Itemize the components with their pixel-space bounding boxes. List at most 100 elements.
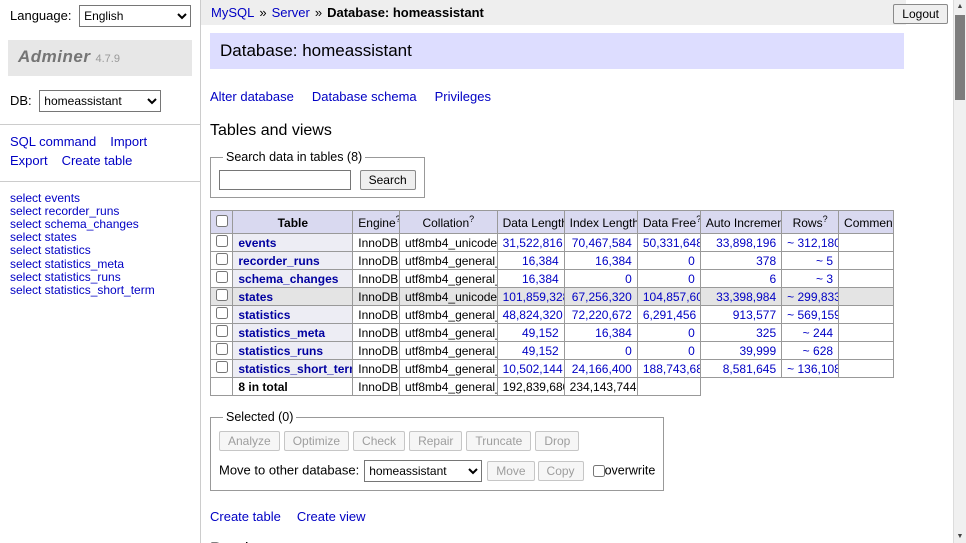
overwrite-label[interactable]: overwrite [605,463,656,477]
auto-increment-link[interactable]: 325 [756,326,776,340]
column-header[interactable]: Collation? [400,211,498,234]
row-checkbox[interactable] [216,361,228,373]
rows-link[interactable]: ~ 312,180 [787,236,838,250]
index-length-link[interactable]: 70,467,584 [572,236,632,250]
index-length-link[interactable]: 67,256,320 [572,290,632,304]
rows-link[interactable]: ~ 299,833 [787,290,838,304]
table-name-link[interactable]: states [238,290,273,304]
table-name-link[interactable]: statistics [238,308,290,322]
data-free-link[interactable]: 0 [688,344,695,358]
create-link[interactable]: Create table [210,509,281,524]
column-header[interactable]: Data Length? [497,211,564,234]
table-select-link[interactable]: select events [10,192,190,205]
data-length-link[interactable]: 49,152 [522,344,559,358]
bulk-action-button[interactable]: Analyze [219,431,280,451]
row-checkbox[interactable] [216,289,228,301]
auto-increment-link[interactable]: 378 [756,254,776,268]
table-name-link[interactable]: events [238,236,276,250]
search-input[interactable] [219,170,351,190]
auto-increment-link[interactable]: 39,999 [739,344,776,358]
data-length-link[interactable]: 16,384 [522,272,559,286]
data-free-link[interactable]: 0 [688,326,695,340]
column-header[interactable]: Auto Increment? [700,211,781,234]
row-checkbox[interactable] [216,325,228,337]
table-select-link[interactable]: select statistics [10,244,190,257]
table-name-link[interactable]: statistics_meta [238,326,325,340]
row-checkbox[interactable] [216,253,228,265]
action-link[interactable]: Database schema [312,89,417,104]
bulk-action-button[interactable]: Optimize [284,431,349,451]
breadcrumb-link-mysql[interactable]: MySQL [211,5,254,20]
index-length-link[interactable]: 16,384 [595,326,632,340]
action-link[interactable]: Alter database [210,89,294,104]
table-name-link[interactable]: statistics_short_term [238,362,352,376]
data-length-link[interactable]: 10,502,144 [503,362,563,376]
move-button[interactable]: Move [487,461,534,481]
index-length-link[interactable]: 24,166,400 [572,362,632,376]
auto-increment-link[interactable]: 33,898,196 [716,236,776,250]
command-link[interactable]: SQL command [10,134,96,149]
data-length-link[interactable]: 16,384 [522,254,559,268]
data-free-link[interactable]: 0 [688,254,695,268]
move-db-select[interactable]: homeassistant [364,460,482,482]
create-link[interactable]: Create view [297,509,366,524]
table-name-link[interactable]: statistics_runs [238,344,323,358]
data-length-link[interactable]: 48,824,320 [503,308,563,322]
rows-link[interactable]: ~ 628 [803,344,833,358]
row-checkbox[interactable] [216,271,228,283]
column-header[interactable]: Index Length? [564,211,637,234]
db-select[interactable]: homeassistant [39,90,161,112]
select-all-checkbox[interactable] [216,215,228,227]
table-name-link[interactable]: schema_changes [238,272,338,286]
rows-link[interactable]: ~ 569,159 [787,308,838,322]
data-length-link[interactable]: 49,152 [522,326,559,340]
logout-button[interactable]: Logout [893,4,948,24]
scroll-down-icon[interactable]: ▼ [954,530,966,543]
auto-increment-link[interactable]: 33,398,984 [716,290,776,304]
scrollbar[interactable]: ▲ ▼ [953,0,966,543]
rows-link[interactable]: ~ 244 [803,326,833,340]
auto-increment-link[interactable]: 8,581,645 [723,362,776,376]
column-header[interactable]: Engine? [353,211,400,234]
bulk-action-button[interactable]: Drop [535,431,579,451]
copy-button[interactable]: Copy [538,461,584,481]
overwrite-checkbox[interactable] [593,465,605,477]
search-button[interactable]: Search [360,170,416,190]
rows-link[interactable]: ~ 136,108 [787,362,838,376]
index-length-link[interactable]: 0 [625,344,632,358]
index-length-link[interactable]: 16,384 [595,254,632,268]
bulk-action-button[interactable]: Repair [409,431,462,451]
scrollbar-thumb[interactable] [955,15,965,100]
column-help-icon[interactable]: ? [469,214,474,224]
table-select-link[interactable]: select statistics_meta [10,258,190,271]
data-length-link[interactable]: 31,522,816 [503,236,563,250]
row-checkbox[interactable] [216,343,228,355]
column-header[interactable]: Comment? [839,211,894,234]
row-checkbox[interactable] [216,307,228,319]
command-link[interactable]: Export [10,153,48,168]
bulk-action-button[interactable]: Check [353,431,405,451]
column-help-icon[interactable]: ? [696,214,700,224]
data-length-link[interactable]: 101,859,328 [503,290,565,304]
scroll-up-icon[interactable]: ▲ [954,0,966,13]
table-select-link[interactable]: select statistics_short_term [10,284,190,297]
row-checkbox[interactable] [216,235,228,247]
data-free-link[interactable]: 0 [688,272,695,286]
index-length-link[interactable]: 0 [625,272,632,286]
breadcrumb-link-server[interactable]: Server [272,5,310,20]
data-free-link[interactable]: 188,743,680 [643,362,701,376]
auto-increment-link[interactable]: 6 [769,272,776,286]
command-link[interactable]: Create table [62,153,133,168]
column-header[interactable]: Rows? [782,211,839,234]
data-free-link[interactable]: 104,857,600 [643,290,701,304]
language-select[interactable]: English [79,5,191,27]
rows-link[interactable]: ~ 3 [816,272,833,286]
command-link[interactable]: Import [110,134,147,149]
column-help-icon[interactable]: ? [396,214,400,224]
column-header[interactable]: Data Free? [637,211,700,234]
column-help-icon[interactable]: ? [823,214,828,224]
action-link[interactable]: Privileges [435,89,491,104]
data-free-link[interactable]: 6,291,456 [643,308,696,322]
rows-link[interactable]: ~ 5 [816,254,833,268]
table-name-link[interactable]: recorder_runs [238,254,319,268]
